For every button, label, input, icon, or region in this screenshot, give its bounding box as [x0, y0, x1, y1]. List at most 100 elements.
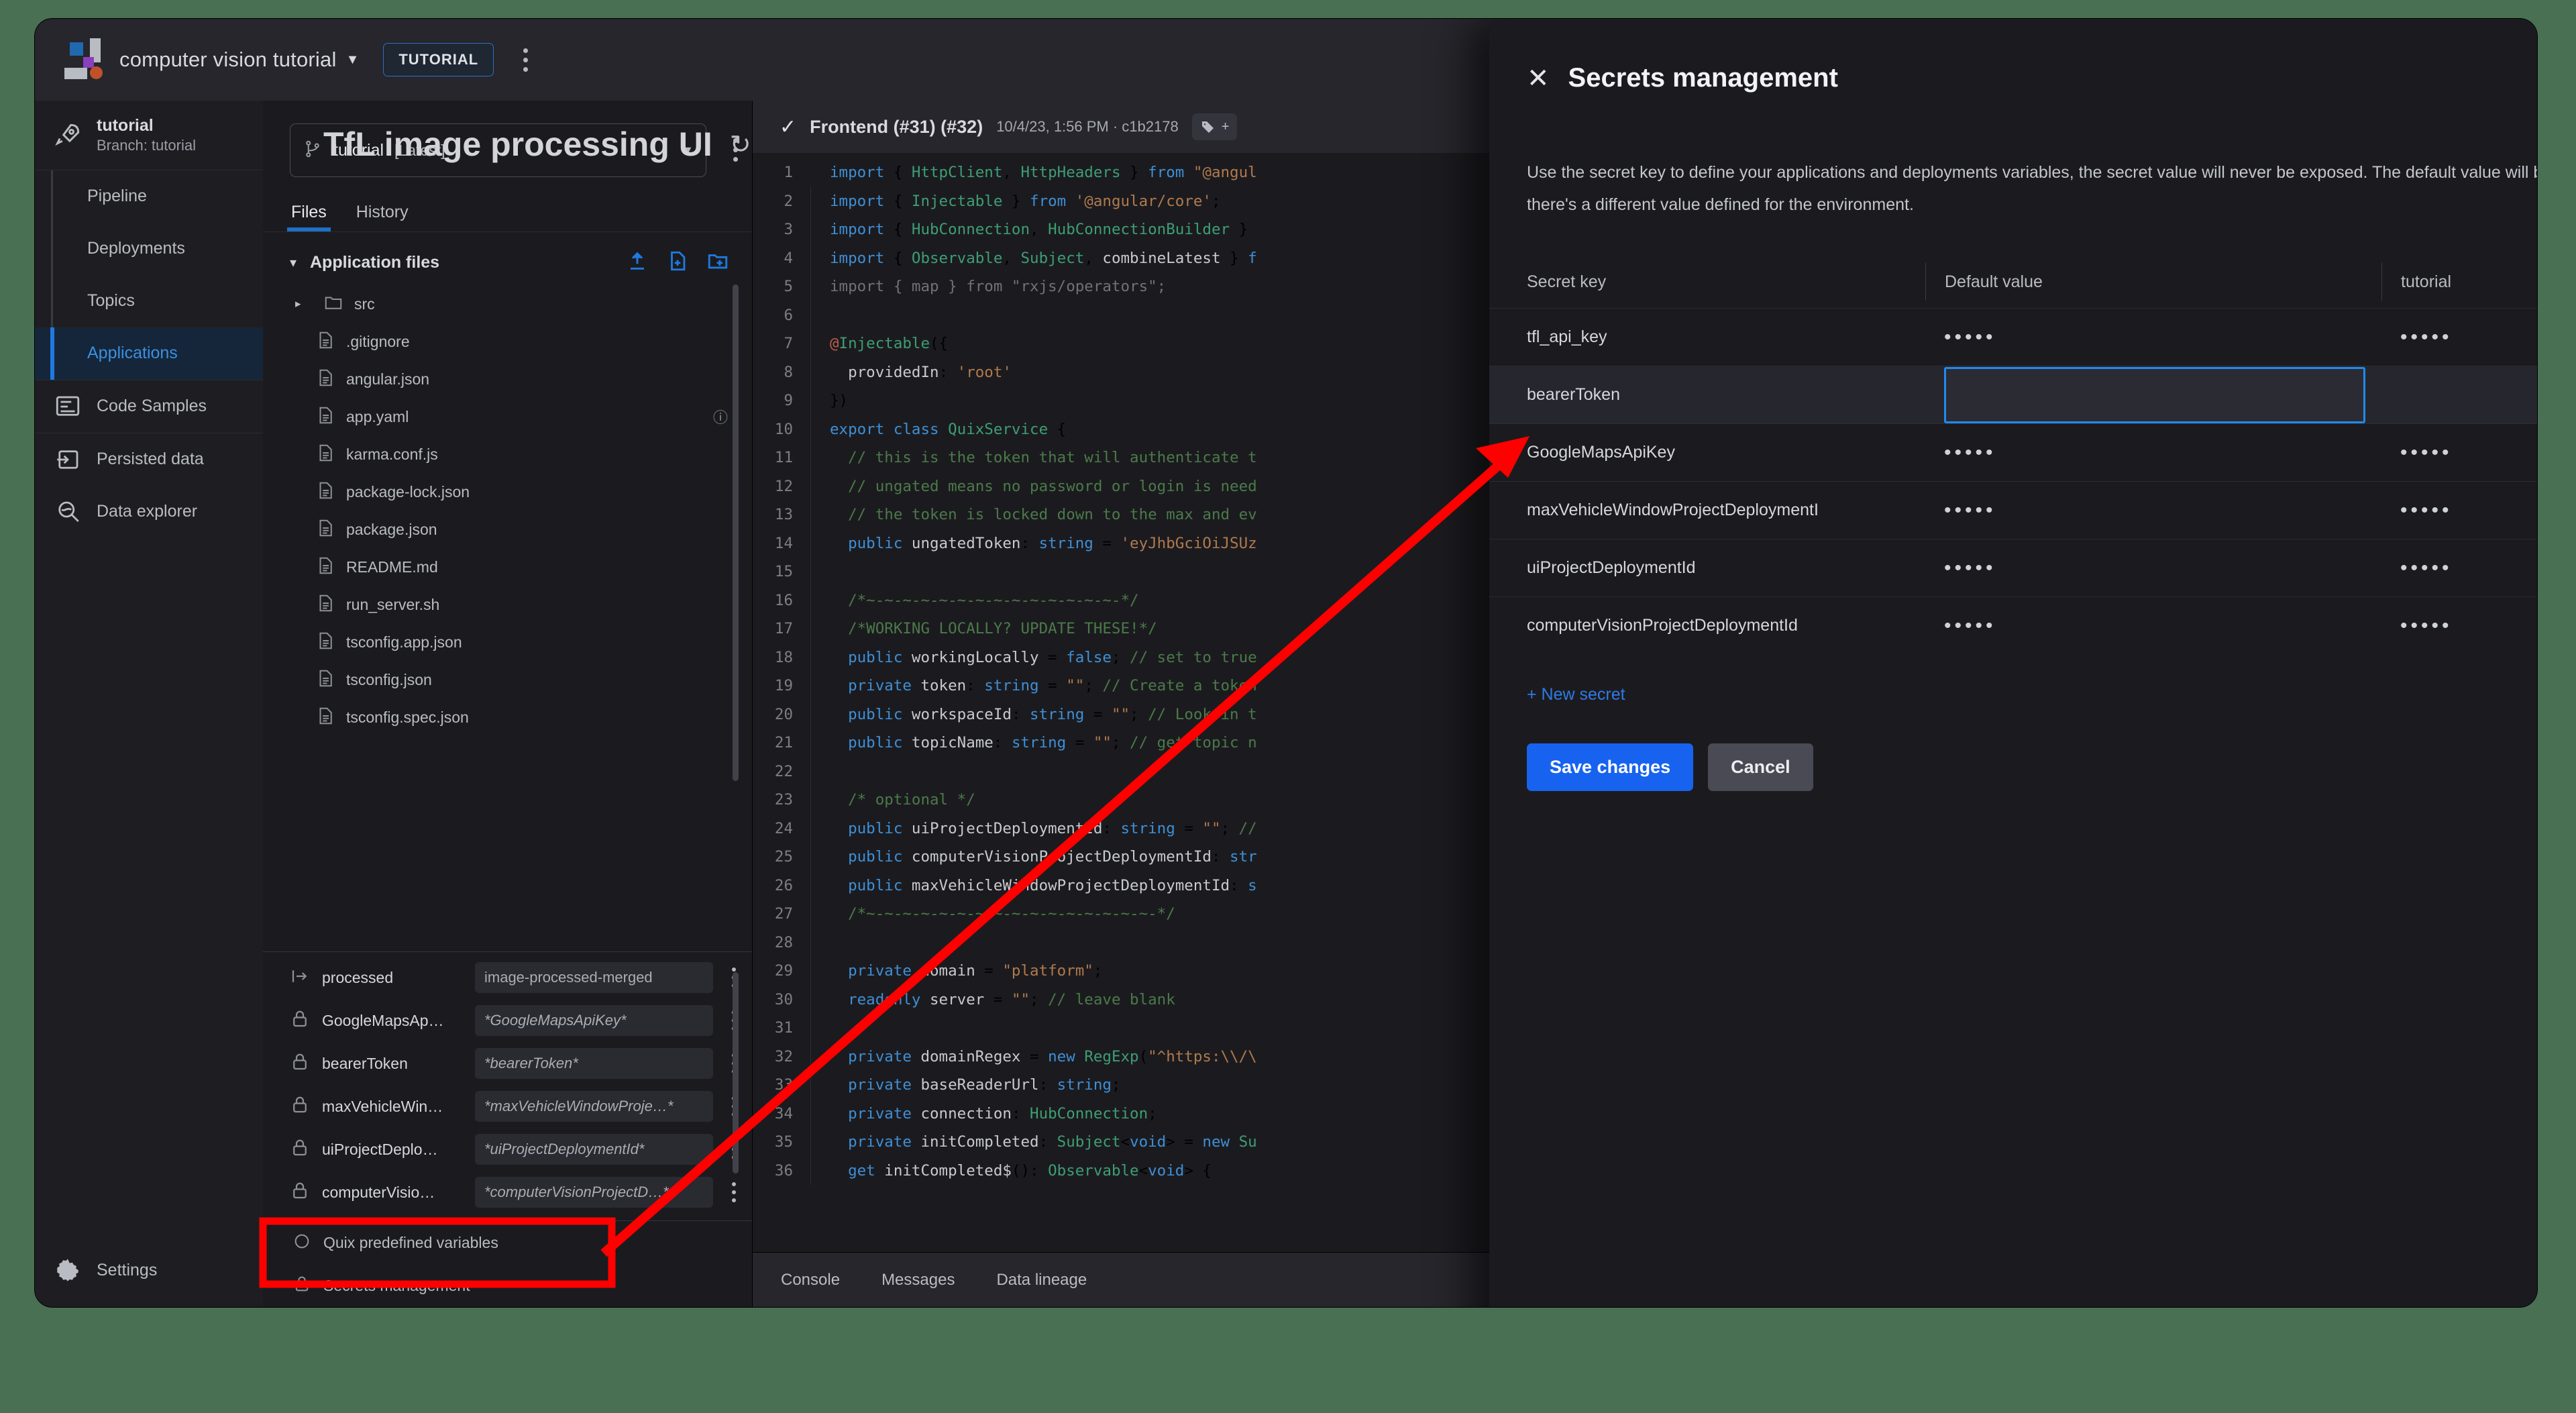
tree-row-file[interactable]: karma.conf.js: [263, 435, 752, 473]
sidebar-item-applications[interactable]: Applications: [35, 327, 263, 380]
line-text[interactable]: // this is the token that will authentic…: [810, 443, 1257, 472]
line-text[interactable]: private baseReaderUrl: string;: [810, 1071, 1121, 1100]
line-text[interactable]: /*~-~-~-~-~-~-~-~-~-~-~-~-~-~-*/: [810, 586, 1139, 615]
line-text[interactable]: // ungated means no password or login is…: [810, 472, 1257, 501]
line-text[interactable]: public workspaceId: string = ""; // Look…: [810, 700, 1257, 729]
sidebar-item-deployments[interactable]: Deployments: [35, 223, 263, 275]
line-text[interactable]: providedIn: 'root': [810, 358, 1012, 386]
tab-messages[interactable]: Messages: [881, 1271, 955, 1290]
secret-env-value[interactable]: •••••: [2400, 499, 2453, 522]
tree-row-file[interactable]: package.json: [263, 511, 752, 548]
line-text[interactable]: public ungatedToken: string = 'eyJhbGciO…: [810, 529, 1257, 558]
cancel-button[interactable]: Cancel: [1708, 743, 1813, 791]
line-text[interactable]: export class QuixService {: [810, 415, 1066, 443]
line-text[interactable]: public uiProjectDeploymentId: string = "…: [810, 814, 1257, 843]
info-icon[interactable]: ⓘ: [713, 406, 728, 427]
tree-row-folder[interactable]: ▸ src: [263, 285, 752, 323]
tree-row-file[interactable]: tsconfig.app.json: [263, 623, 752, 661]
table-row[interactable]: computerVisionProjectDeploymentId ••••• …: [1489, 596, 2537, 654]
line-text[interactable]: import { HubConnection, HubConnectionBui…: [810, 215, 1248, 244]
secret-env-value[interactable]: •••••: [2400, 326, 2453, 349]
refresh-icon[interactable]: ↻: [730, 129, 751, 160]
line-text[interactable]: private token: string = ""; // Create a …: [810, 672, 1257, 700]
new-folder-icon[interactable]: [706, 250, 729, 276]
add-tag-button[interactable]: +: [1191, 113, 1238, 140]
variable-row[interactable]: computerVisio… *computerVisionProjectD…*: [263, 1171, 752, 1214]
line-text[interactable]: private domain = "platform";: [810, 957, 1102, 986]
line-text[interactable]: @Injectable({: [810, 329, 948, 358]
deployment-name[interactable]: Frontend (#31) (#32): [810, 117, 983, 138]
line-text[interactable]: get initCompleted$(): Observable<void> {: [810, 1156, 1212, 1185]
sidebar-item-code-samples[interactable]: Code Samples: [35, 380, 263, 433]
tree-row-file[interactable]: run_server.sh: [263, 586, 752, 623]
line-text[interactable]: /*~-~-~-~-~-~-~-~-~-~-~-~-~-~-~-~-*/: [810, 900, 1175, 929]
line-text[interactable]: private connection: HubConnection;: [810, 1099, 1157, 1128]
line-text[interactable]: import { HttpClient, HttpHeaders } from …: [810, 158, 1257, 187]
secret-env-value[interactable]: •••••: [2400, 557, 2453, 580]
file-tree-scrollbar[interactable]: [733, 284, 739, 781]
chevron-down-icon[interactable]: ▼: [346, 52, 360, 68]
variable-row[interactable]: GoogleMapsAp… *GoogleMapsApiKey*: [263, 999, 752, 1042]
variable-row[interactable]: uiProjectDeplo… *uiProjectDeploymentId*: [263, 1128, 752, 1171]
line-text[interactable]: /* optional */: [810, 786, 975, 815]
line-text[interactable]: public workingLocally = false; // set to…: [810, 643, 1257, 672]
table-row[interactable]: maxVehicleWindowProjectDeploymentI •••••…: [1489, 481, 2537, 539]
variable-more-options-icon[interactable]: [732, 1182, 739, 1202]
table-row[interactable]: bearerToken: [1489, 366, 2537, 423]
secret-env-value[interactable]: •••••: [2400, 441, 2453, 464]
file-tree-header[interactable]: ▾ Application files: [263, 236, 752, 285]
line-text[interactable]: public maxVehicleWindowProjectDeployment…: [810, 871, 1257, 900]
environment-chip[interactable]: TUTORIAL: [383, 43, 494, 76]
variable-row[interactable]: maxVehicleWin… *maxVehicleWindowProje…*: [263, 1085, 752, 1128]
upload-icon[interactable]: [626, 250, 649, 276]
sidebar-item-topics[interactable]: Topics: [35, 275, 263, 327]
secret-default-value[interactable]: •••••: [1944, 557, 1996, 580]
line-text[interactable]: public computerVisionProjectDeploymentId…: [810, 843, 1257, 872]
tab-console[interactable]: Console: [781, 1271, 840, 1290]
line-text[interactable]: [810, 757, 839, 786]
sidebar-item-pipeline[interactable]: Pipeline: [35, 170, 263, 223]
sidebar-item-settings[interactable]: Settings: [35, 1256, 263, 1307]
variable-row[interactable]: processed image-processed-merged: [263, 956, 752, 999]
secret-default-value[interactable]: •••••: [1944, 615, 1996, 637]
tree-row-file[interactable]: .gitignore: [263, 323, 752, 360]
line-text[interactable]: // the token is locked down to the max a…: [810, 501, 1257, 529]
table-row[interactable]: uiProjectDeploymentId ••••• •••••: [1489, 539, 2537, 596]
new-file-icon[interactable]: [666, 250, 689, 276]
tab-data-lineage[interactable]: Data lineage: [996, 1271, 1087, 1290]
line-text[interactable]: import { Injectable } from '@angular/cor…: [810, 187, 1221, 215]
secret-default-value[interactable]: •••••: [1944, 326, 1996, 349]
chevron-right-icon[interactable]: ▸: [295, 297, 313, 311]
secret-default-value-input[interactable]: [1944, 366, 2365, 423]
secret-env-value[interactable]: •••••: [2400, 615, 2453, 637]
tab-history[interactable]: History: [356, 203, 409, 231]
line-text[interactable]: [810, 1014, 839, 1043]
tree-row-file[interactable]: tsconfig.json: [263, 661, 752, 698]
quix-predefined-variables-link[interactable]: Quix predefined variables: [263, 1221, 752, 1264]
tab-files[interactable]: Files: [287, 203, 331, 231]
line-text[interactable]: [810, 558, 839, 586]
line-text[interactable]: import { map } from "rxjs/operators";: [810, 272, 1166, 301]
line-text[interactable]: /*WORKING LOCALLY? UPDATE THESE!*/: [810, 615, 1157, 643]
tree-row-file[interactable]: app.yaml ⓘ: [263, 398, 752, 435]
line-text[interactable]: [810, 301, 839, 329]
line-text[interactable]: private initCompleted: Subject<void> = n…: [810, 1128, 1257, 1157]
variables-scrollbar[interactable]: [733, 972, 739, 1173]
secrets-management-link[interactable]: Secrets management: [263, 1264, 752, 1307]
chevron-down-icon[interactable]: ▾: [290, 254, 310, 271]
sidebar-item-data-explorer[interactable]: Data explorer: [35, 486, 263, 538]
tree-row-file[interactable]: package-lock.json: [263, 473, 752, 511]
line-text[interactable]: public topicName: string = ""; // get to…: [810, 729, 1257, 757]
table-row[interactable]: tfl_api_key ••••• •••••: [1489, 308, 2537, 366]
line-text[interactable]: readonly server = ""; // leave blank: [810, 985, 1175, 1014]
variable-row[interactable]: bearerToken *bearerToken*: [263, 1042, 752, 1085]
line-text[interactable]: [810, 928, 839, 957]
tree-row-file[interactable]: tsconfig.spec.json: [263, 698, 752, 736]
close-icon[interactable]: ✕: [1527, 65, 1550, 92]
tree-row-file[interactable]: angular.json: [263, 360, 752, 398]
project-name[interactable]: computer vision tutorial: [119, 48, 337, 72]
sidebar-item-persisted-data[interactable]: Persisted data: [35, 433, 263, 486]
table-row[interactable]: GoogleMapsApiKey ••••• •••••: [1489, 423, 2537, 481]
secret-default-value[interactable]: •••••: [1944, 499, 1996, 522]
new-secret-button[interactable]: + New secret: [1489, 654, 1625, 704]
